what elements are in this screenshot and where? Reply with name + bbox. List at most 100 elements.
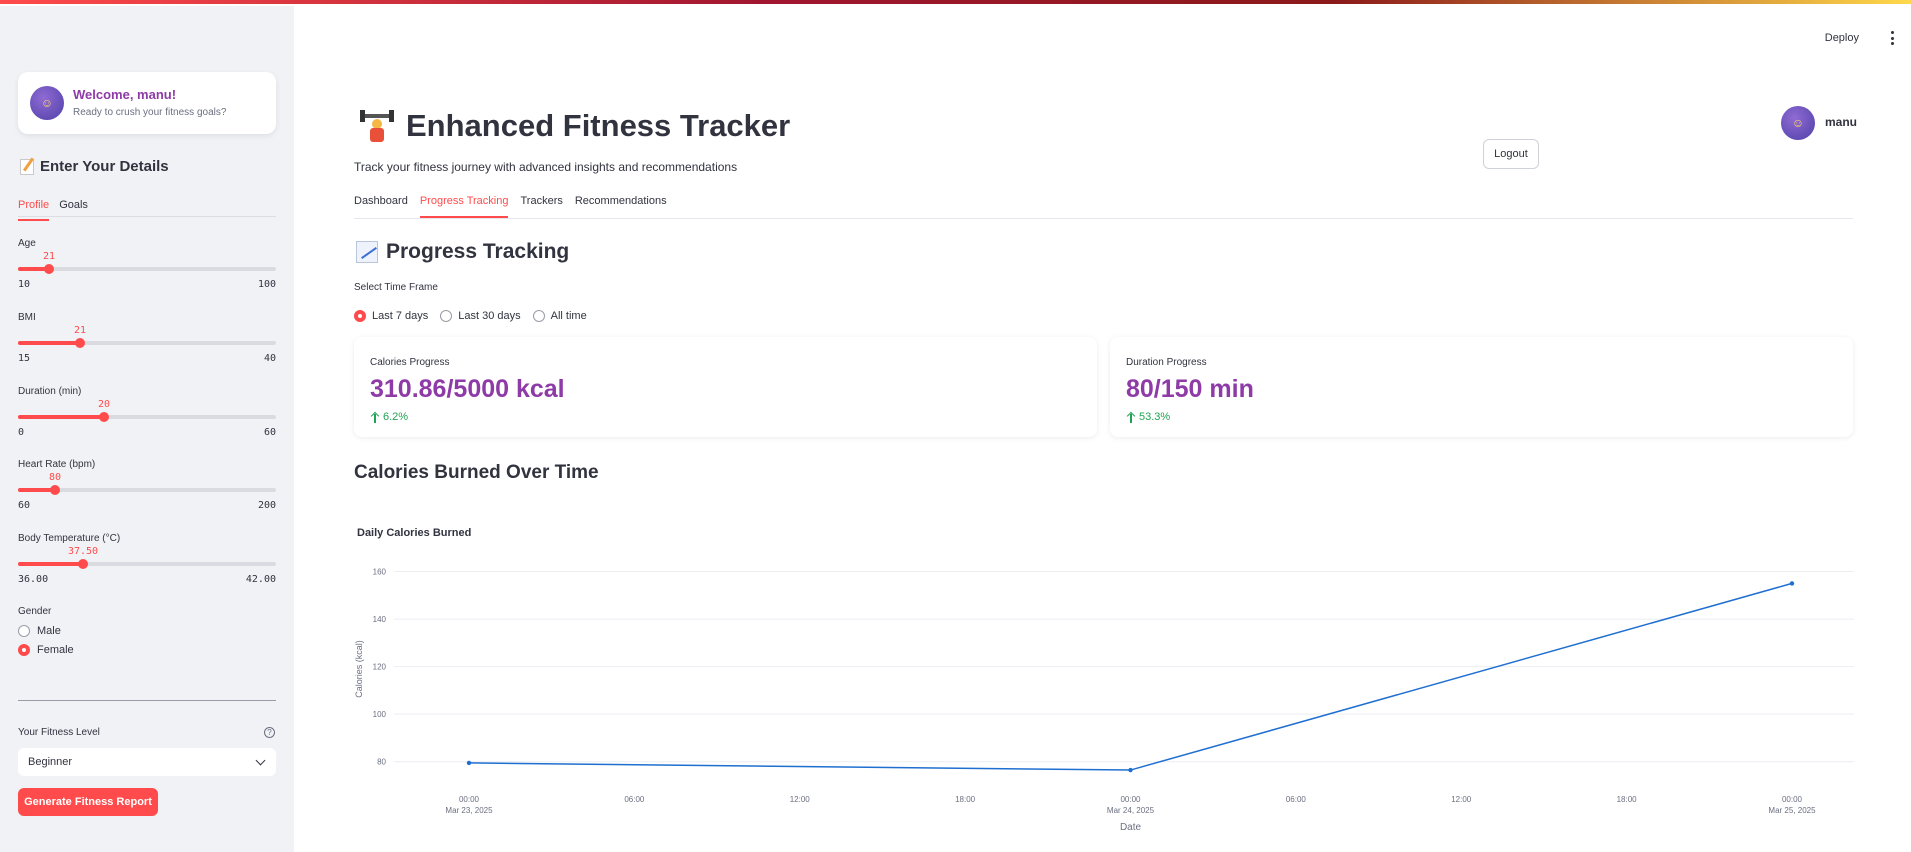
main-tabs-divider xyxy=(354,218,1853,219)
slider-label: Duration (min) xyxy=(18,386,82,397)
slider-min: 36.00 xyxy=(18,574,49,585)
details-heading-text: Enter Your Details xyxy=(40,158,169,175)
x-tick-label: 00:00 xyxy=(1782,795,1803,804)
radio-male[interactable] xyxy=(18,625,30,637)
slider-value: 37.50 xyxy=(67,546,99,557)
slider-min: 15 xyxy=(18,353,31,364)
chart-section-title: Calories Burned Over Time xyxy=(354,462,599,483)
slider-max: 40 xyxy=(263,353,276,364)
welcome-subtitle: Ready to crush your fitness goals? xyxy=(73,107,227,118)
gender-male-label: Male xyxy=(37,625,61,637)
slider-thumb[interactable] xyxy=(44,264,54,274)
slider-min: 60 xyxy=(18,500,31,511)
tab-goals[interactable]: Goals xyxy=(59,199,88,221)
x-tick-label: 06:00 xyxy=(1286,795,1307,804)
slider-track[interactable] xyxy=(18,267,276,271)
slider-bmi[interactable]: BMI 21 15 40 xyxy=(18,312,276,372)
tab-trackers[interactable]: Trackers xyxy=(520,195,562,218)
x-tick-label: 00:00 xyxy=(459,795,480,804)
y-tick-label: 160 xyxy=(373,568,387,577)
data-point xyxy=(1128,767,1133,773)
radio-last-30[interactable] xyxy=(440,310,453,322)
y-tick-label: 100 xyxy=(373,710,387,719)
slider-thumb[interactable] xyxy=(78,559,88,569)
question-circle-icon[interactable]: ? xyxy=(264,727,275,738)
radio-female[interactable] xyxy=(18,644,30,656)
radio-all-time[interactable] xyxy=(532,310,545,322)
page-title: Enhanced Fitness Tracker xyxy=(360,108,790,144)
fitness-level-select[interactable]: Beginner xyxy=(18,748,276,776)
slider-age[interactable]: Age 21 10 100 xyxy=(18,238,276,298)
deploy-button[interactable]: Deploy xyxy=(1825,32,1859,44)
metric-value: 310.86/5000 kcal xyxy=(370,375,565,403)
slider-max: 42.00 xyxy=(245,574,276,585)
y-tick-label: 120 xyxy=(373,663,387,672)
main-content: Deploy Enhanced Fitness Tracker Track yo… xyxy=(294,6,1911,852)
radio-last-7[interactable] xyxy=(354,310,366,322)
x-tick-date-label: Mar 24, 2025 xyxy=(1107,806,1155,815)
timeframe-option-all[interactable]: All time xyxy=(532,310,587,322)
gender-female-label: Female xyxy=(37,644,74,656)
x-tick-label: 18:00 xyxy=(955,795,976,804)
slider-thumb[interactable] xyxy=(75,338,85,348)
data-point xyxy=(466,760,472,766)
slider-min: 0 xyxy=(18,427,25,438)
tabs-divider xyxy=(18,216,276,217)
tab-recommendations[interactable]: Recommendations xyxy=(575,195,667,218)
timeframe-radio-group: Last 7 days Last 30 days All time xyxy=(354,310,587,322)
slider-body-temperature-c[interactable]: Body Temperature (°C) 37.50 36.00 42.00 xyxy=(18,533,276,593)
gender-option-male[interactable]: Male xyxy=(18,625,61,637)
slider-min: 10 xyxy=(18,279,31,290)
metric-delta: 6.2% xyxy=(370,411,408,423)
slider-label: Age xyxy=(18,238,36,249)
x-axis-label: Date xyxy=(1120,822,1142,833)
metric-card-calories: Calories Progress 310.86/5000 kcal 6.2% xyxy=(354,337,1097,437)
chart-svg: 80 100 120 140 160 00:00 Mar 23, 2025 06:00 12:0… xyxy=(354,568,1854,833)
tab-profile[interactable]: Profile xyxy=(18,199,50,221)
metric-card-duration: Duration Progress 80/150 min 53.3% xyxy=(1110,337,1853,437)
metric-delta: 53.3% xyxy=(1126,411,1170,423)
slider-duration-min[interactable]: Duration (min) 20 0 60 xyxy=(18,386,276,446)
slider-heart-rate-bpm[interactable]: Heart Rate (bpm) 80 60 200 xyxy=(18,459,276,519)
y-tick-label: 140 xyxy=(373,615,387,624)
progress-heading: Progress Tracking xyxy=(356,240,569,264)
metric-delta-text: 53.3% xyxy=(1139,411,1171,423)
gender-label: Gender xyxy=(18,606,52,617)
gender-option-female[interactable]: Female xyxy=(18,644,74,656)
timeframe-option-7[interactable]: Last 7 days xyxy=(354,310,428,322)
header-username: manu xyxy=(1825,115,1858,129)
timeframe-label: Select Time Frame xyxy=(354,282,438,293)
metric-value: 80/150 min xyxy=(1126,375,1254,403)
slider-value: 20 xyxy=(97,399,111,410)
slider-max: 200 xyxy=(257,500,276,511)
calories-chart: Daily Calories Burned 80 100 120 140 160 00:0… xyxy=(354,514,1864,834)
tab-progress-tracking[interactable]: Progress Tracking xyxy=(419,195,509,218)
generate-report-button[interactable]: Generate Fitness Report xyxy=(18,788,158,816)
x-tick-label: 00:00 xyxy=(1120,795,1141,804)
slider-fill xyxy=(18,562,83,566)
logout-button[interactable]: Logout xyxy=(1483,139,1539,169)
slider-max: 60 xyxy=(263,427,276,438)
slider-value: 21 xyxy=(42,251,56,262)
slider-thumb[interactable] xyxy=(99,412,109,422)
welcome-title: Welcome, manu! xyxy=(73,87,177,102)
tab-dashboard[interactable]: Dashboard xyxy=(354,195,408,218)
timeframe-30-label: Last 30 days xyxy=(458,310,521,322)
fitness-level-value: Beginner xyxy=(28,756,73,768)
chart-title: Daily Calories Burned xyxy=(357,527,472,539)
x-tick-label: 06:00 xyxy=(624,795,645,804)
timeframe-all-label: All time xyxy=(550,310,587,322)
calories-line xyxy=(468,582,1793,771)
kebab-menu-icon[interactable] xyxy=(1889,31,1895,45)
slider-fill xyxy=(18,341,80,345)
welcome-card: ☺ Welcome, manu! Ready to crush your fit… xyxy=(18,72,276,134)
slider-value: 21 xyxy=(73,325,87,336)
metric-label: Duration Progress xyxy=(1126,357,1207,368)
page-title-text: Enhanced Fitness Tracker xyxy=(406,108,791,143)
sidebar: ☺ Welcome, manu! Ready to crush your fit… xyxy=(0,6,294,852)
slider-thumb[interactable] xyxy=(50,485,60,495)
details-heading: Enter Your Details xyxy=(20,158,169,175)
slider-fill xyxy=(18,415,104,419)
timeframe-option-30[interactable]: Last 30 days xyxy=(440,310,521,322)
memo-icon xyxy=(20,158,34,175)
